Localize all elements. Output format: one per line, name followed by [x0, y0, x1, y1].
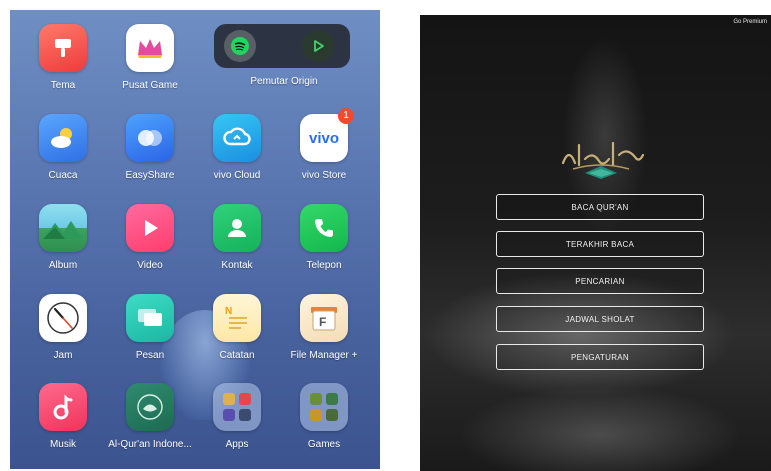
- app-label: Telepon: [306, 260, 342, 271]
- app-vivo-store[interactable]: vivo 1 vivo Store: [281, 108, 367, 198]
- app-label: Pusat Game: [122, 80, 178, 91]
- app-vivo-cloud[interactable]: vivo Cloud: [194, 114, 280, 198]
- menu-pengaturan-button[interactable]: PENGATURAN: [496, 344, 704, 370]
- app-pusat-game[interactable]: Pusat Game: [107, 24, 193, 108]
- menu-terakhir-baca-button[interactable]: TERAKHIR BACA: [496, 231, 704, 257]
- quran-app-screen: Go Premium BACA QUR'AN TERAKHIR BACA PEN…: [420, 15, 771, 471]
- app-telepon[interactable]: Telepon: [281, 204, 367, 288]
- svg-text:F: F: [319, 315, 326, 329]
- app-label: EasyShare: [125, 170, 175, 181]
- svg-text:N: N: [225, 306, 232, 317]
- app-cuaca[interactable]: Cuaca: [20, 114, 106, 198]
- app-label: vivo Store: [301, 170, 347, 181]
- app-album[interactable]: Album: [20, 204, 106, 288]
- app-tema[interactable]: Tema: [20, 24, 106, 108]
- app-label: Games: [307, 439, 341, 450]
- app-label: Kontak: [221, 260, 253, 271]
- app-file-manager[interactable]: F File Manager +: [281, 294, 367, 378]
- app-easyshare[interactable]: EasyShare: [107, 114, 193, 198]
- widget-label: Pemutar Origin: [250, 76, 318, 87]
- app-label: Cuaca: [48, 170, 78, 181]
- app-label: Catatan: [219, 350, 255, 361]
- app-al-quran[interactable]: Al-Qur'an Indone...: [107, 383, 193, 467]
- app-label: vivo Cloud: [213, 170, 261, 181]
- app-video[interactable]: Video: [107, 204, 193, 288]
- menu-jadwal-sholat-button[interactable]: JADWAL SHOLAT: [496, 306, 704, 332]
- games-folder-icon: [300, 383, 348, 431]
- cloud-sync-icon: [213, 114, 261, 162]
- app-label: Jam: [53, 350, 73, 361]
- vivo-logo-text: vivo: [308, 129, 339, 147]
- music-player-widget[interactable]: [214, 24, 350, 68]
- notification-badge: 1: [338, 108, 354, 124]
- notes-icon: N: [213, 294, 261, 342]
- phone-home-screen: Tema Pusat Game Pemutar Origin Cuaca Eas…: [10, 10, 380, 469]
- app-label: Pesan: [135, 350, 165, 361]
- easyshare-icon: [126, 114, 174, 162]
- apps-folder-icon: [213, 383, 261, 431]
- app-label: Album: [48, 260, 78, 271]
- app-kontak[interactable]: Kontak: [194, 204, 280, 288]
- crown-icon: [126, 24, 174, 72]
- al-quran-calligraphy-logo: [555, 133, 647, 183]
- phone-handset-icon: [300, 204, 348, 252]
- menu-pencarian-button[interactable]: PENCARIAN: [496, 268, 704, 294]
- go-premium-link[interactable]: Go Premium: [733, 19, 767, 25]
- app-musik[interactable]: Musik: [20, 383, 106, 467]
- app-label: File Manager +: [290, 350, 358, 361]
- app-catatan[interactable]: N Catatan: [194, 294, 280, 378]
- contact-person-icon: [213, 204, 261, 252]
- file-folder-icon: F: [300, 294, 348, 342]
- app-pesan[interactable]: Pesan: [107, 294, 193, 378]
- app-label: Tema: [50, 80, 76, 91]
- play-icon[interactable]: [302, 30, 334, 62]
- message-bubble-icon: [126, 294, 174, 342]
- weather-icon: [39, 114, 87, 162]
- video-play-icon: [126, 204, 174, 252]
- paint-brush-icon: [39, 24, 87, 72]
- app-label: Video: [137, 260, 163, 271]
- music-note-icon: [39, 383, 87, 431]
- mountain-photo-icon: [39, 204, 87, 252]
- menu-baca-quran-button[interactable]: BACA QUR'AN: [496, 194, 704, 220]
- quran-book-icon: [126, 383, 174, 431]
- app-folder-games[interactable]: Games: [281, 383, 367, 467]
- spotify-icon[interactable]: [224, 30, 256, 62]
- clock-icon: [39, 294, 87, 342]
- app-jam[interactable]: Jam: [20, 294, 106, 378]
- app-label: Musik: [49, 439, 77, 450]
- app-label: Apps: [225, 439, 249, 450]
- vivo-store-icon: vivo 1: [300, 108, 354, 162]
- app-label: Al-Qur'an Indone...: [108, 439, 192, 450]
- app-folder-apps[interactable]: Apps: [194, 383, 280, 467]
